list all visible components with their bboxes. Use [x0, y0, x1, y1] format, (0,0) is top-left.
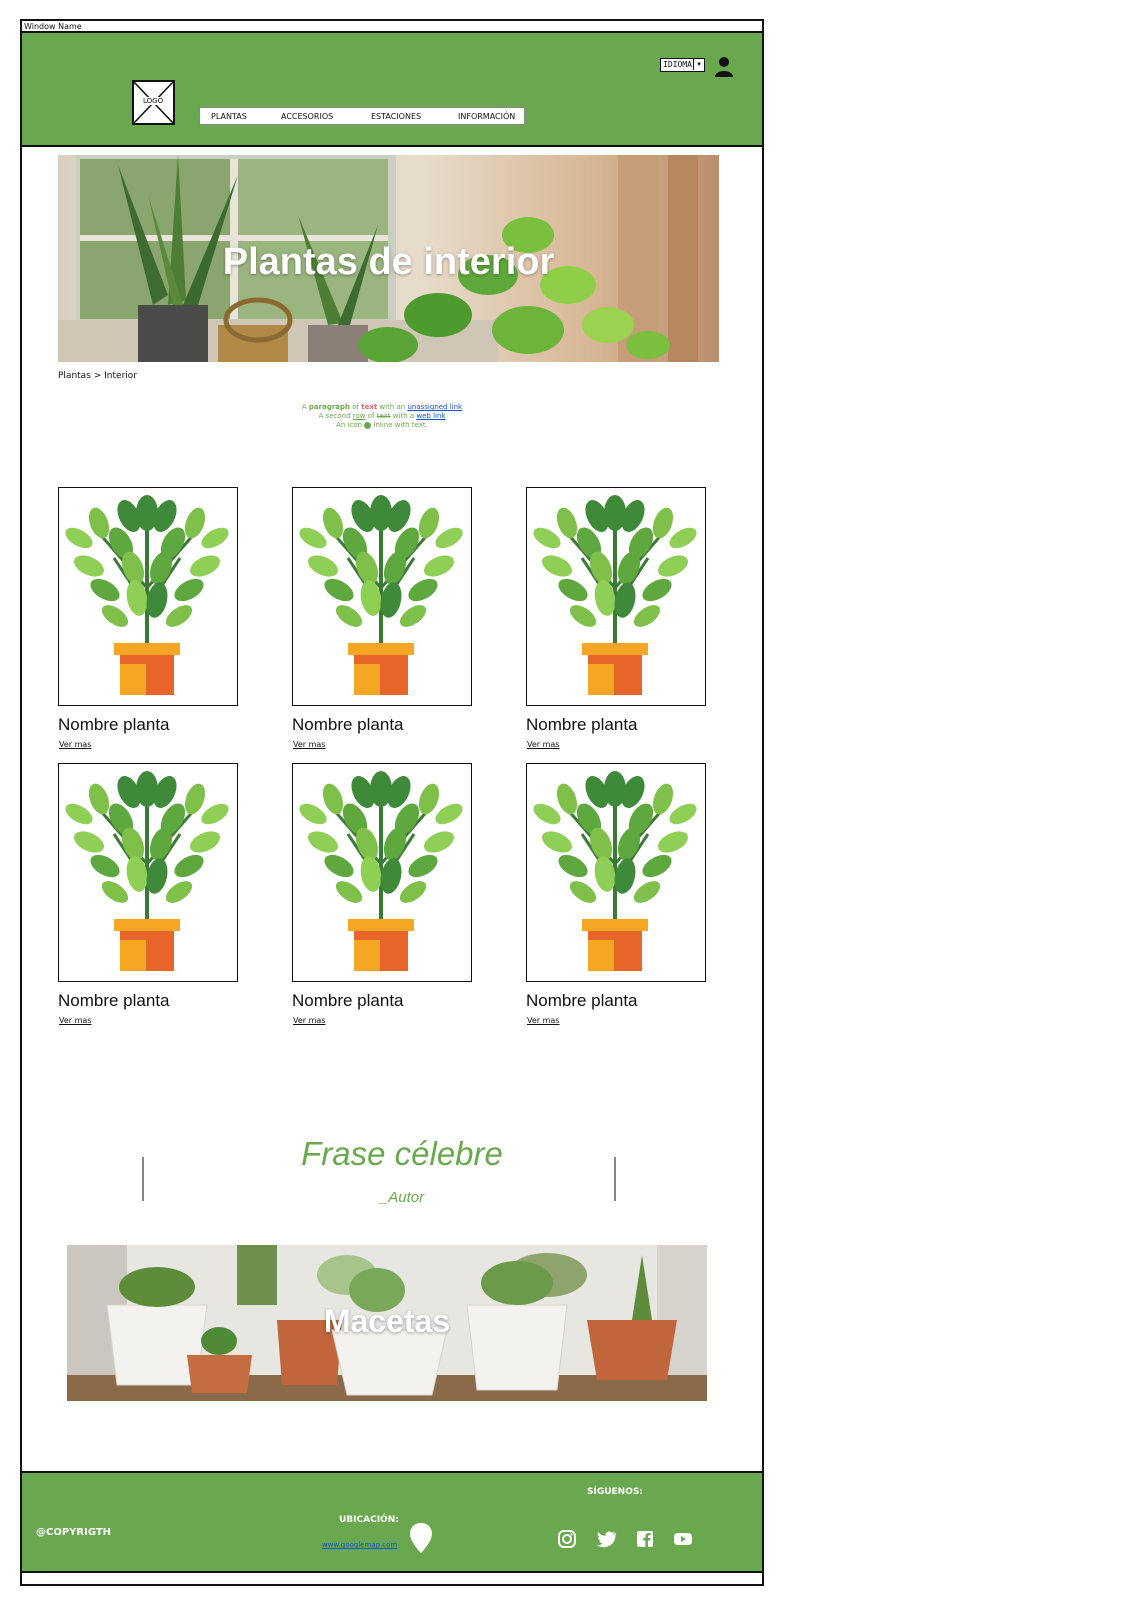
hero-title: Plantas de interior: [222, 241, 555, 283]
potted-plant-icon: [299, 495, 463, 695]
language-select-value: IDIOMA: [663, 60, 692, 69]
product-link[interactable]: Ver mas: [527, 740, 706, 749]
product-link[interactable]: Ver mas: [59, 740, 238, 749]
web-link[interactable]: web link: [416, 412, 445, 420]
language-select[interactable]: IDIOMA ▼: [660, 58, 705, 72]
product-card[interactable]: Nombre planta Ver mas: [58, 763, 238, 1025]
product-card[interactable]: Nombre planta Ver mas: [58, 487, 238, 749]
follow-title: SÍGUENOS:: [587, 1487, 643, 1497]
product-card[interactable]: Nombre planta Ver mas: [292, 763, 472, 1025]
copyright: @COPYRIGTH: [36, 1527, 112, 1538]
product-link[interactable]: Ver mas: [59, 1016, 238, 1025]
product-image[interactable]: [292, 763, 472, 982]
logo-placeholder[interactable]: LOGO: [132, 80, 175, 125]
product-name: Nombre planta: [292, 715, 404, 734]
product-image[interactable]: [58, 763, 238, 982]
product-card[interactable]: Nombre planta Ver mas: [526, 763, 706, 1025]
youtube-icon[interactable]: [673, 1529, 693, 1549]
macetas-title: Macetas: [323, 1303, 451, 1339]
site-footer: @COPYRIGTH UBICACIÓN: www.googlemap.com …: [22, 1471, 762, 1573]
product-name: Nombre planta: [292, 991, 404, 1010]
inline-icon: [364, 421, 372, 429]
nav-item-informacion[interactable]: INFORMACIÓN: [458, 112, 515, 121]
app-window: Window Name LOGO PLANTAS ACCESORIOS ESTA…: [20, 19, 764, 1586]
map-pin-icon[interactable]: [410, 1523, 432, 1553]
potted-plant-icon: [65, 495, 229, 695]
potted-plant-icon: [533, 495, 697, 695]
quote-bar-right: [614, 1157, 616, 1201]
product-image[interactable]: [526, 763, 706, 982]
intro-paragraph: A paragraph of text with an unassigned l…: [301, 403, 463, 429]
location-title: UBICACIÓN:: [339, 1515, 399, 1525]
instagram-icon[interactable]: [557, 1529, 577, 1549]
logo-label: LOGO: [142, 97, 165, 105]
main-nav: PLANTAS ACCESORIOS ESTACIONES INFORMACIÓ…: [199, 107, 525, 125]
product-name: Nombre planta: [58, 715, 170, 734]
potted-plant-icon: [65, 771, 229, 971]
nav-item-estaciones[interactable]: ESTACIONES: [371, 112, 421, 121]
hero-banner: Plantas de interior: [58, 155, 719, 362]
breadcrumb[interactable]: Plantas > Interior: [58, 371, 137, 381]
product-image[interactable]: [526, 487, 706, 706]
site-header: LOGO PLANTAS ACCESORIOS ESTACIONES INFOR…: [22, 33, 762, 147]
product-card[interactable]: Nombre planta Ver mas: [526, 487, 706, 749]
window-title: Window Name: [22, 21, 762, 33]
potted-plant-icon: [299, 771, 463, 971]
product-link[interactable]: Ver mas: [293, 740, 472, 749]
nav-item-accesorios[interactable]: ACCESORIOS: [281, 112, 333, 121]
product-link[interactable]: Ver mas: [293, 1016, 472, 1025]
quote-bar-left: [142, 1157, 144, 1201]
nav-item-plantas[interactable]: PLANTAS: [211, 112, 247, 121]
user-icon[interactable]: [715, 56, 733, 78]
unassigned-link[interactable]: unassigned link: [407, 403, 462, 411]
quote-text: Frase célebre: [301, 1135, 503, 1172]
product-card[interactable]: Nombre planta Ver mas: [292, 487, 472, 749]
product-image[interactable]: [292, 487, 472, 706]
product-name: Nombre planta: [526, 991, 638, 1010]
product-image[interactable]: [58, 487, 238, 706]
macetas-banner[interactable]: Macetas: [67, 1245, 707, 1401]
product-name: Nombre planta: [526, 715, 638, 734]
twitter-icon[interactable]: [597, 1529, 617, 1549]
location-link[interactable]: www.googlemap.com: [322, 1541, 397, 1549]
quote-author: _Autor: [379, 1189, 425, 1206]
product-link[interactable]: Ver mas: [527, 1016, 706, 1025]
potted-plant-icon: [533, 771, 697, 971]
facebook-icon[interactable]: [635, 1529, 655, 1549]
chevron-down-icon: ▼: [693, 59, 704, 70]
product-name: Nombre planta: [58, 991, 170, 1010]
